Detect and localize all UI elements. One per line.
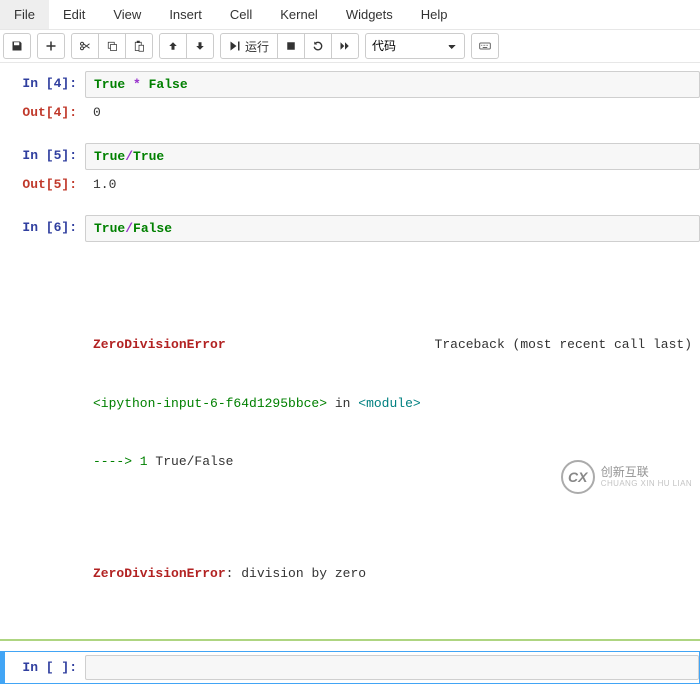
move-up-button[interactable] (159, 33, 187, 59)
input-prompt: In [4]: (0, 71, 85, 98)
stop-icon (285, 40, 297, 52)
arrow-up-icon (167, 40, 179, 52)
toolbar: 运行 代码 (0, 30, 700, 63)
menu-view[interactable]: View (99, 0, 155, 29)
output-text: 0 (85, 100, 700, 125)
run-label: 运行 (245, 38, 269, 55)
cell-type-select[interactable]: 代码 (365, 33, 465, 59)
code-token: False (149, 77, 188, 92)
menu-file[interactable]: File (0, 0, 49, 29)
menu-insert[interactable]: Insert (155, 0, 216, 29)
watermark-subtext: CHUANG XIN HU LIAN (601, 479, 692, 488)
insert-cell-button[interactable] (37, 33, 65, 59)
traceback-location: <ipython-input-6-f64d1295bbce> (93, 396, 327, 411)
notebook-container: In [4]: True * False Out[4]: 0 In [5]: T… (0, 63, 700, 684)
watermark-text: 创新互联 (601, 466, 692, 479)
menu-kernel[interactable]: Kernel (266, 0, 332, 29)
code-input[interactable] (85, 655, 699, 680)
plus-icon (45, 40, 57, 52)
output-text: 1.0 (85, 172, 700, 197)
keyboard-icon (479, 40, 491, 52)
input-prompt: In [5]: (0, 143, 85, 170)
menu-widgets[interactable]: Widgets (332, 0, 407, 29)
menubar: File Edit View Insert Cell Kernel Widget… (0, 0, 700, 30)
traceback-in: in (327, 396, 358, 411)
interrupt-button[interactable] (277, 33, 305, 59)
scissors-icon (79, 40, 91, 52)
selected-cell[interactable]: In [ ]: (0, 651, 700, 684)
fast-forward-icon (339, 40, 351, 52)
restart-button[interactable] (304, 33, 332, 59)
traceback-module: <module> (358, 396, 420, 411)
output-prompt (0, 244, 85, 627)
error-name: ZeroDivisionError (93, 335, 226, 355)
traceback-output: ZeroDivisionError Traceback (most recent… (85, 244, 700, 627)
save-icon (11, 40, 23, 52)
menu-help[interactable]: Help (407, 0, 462, 29)
output-prompt: Out[4]: (0, 100, 85, 125)
run-button[interactable]: 运行 (220, 33, 278, 59)
code-cell[interactable]: In [4]: True * False (0, 71, 700, 98)
save-button[interactable] (3, 33, 31, 59)
code-input[interactable]: True/True (85, 143, 700, 170)
paste-button[interactable] (125, 33, 153, 59)
restart-run-all-button[interactable] (331, 33, 359, 59)
code-token: True (94, 149, 125, 164)
copy-button[interactable] (98, 33, 126, 59)
output-cell: Out[4]: 0 (0, 100, 700, 125)
code-input[interactable]: True * False (85, 71, 700, 98)
move-down-button[interactable] (186, 33, 214, 59)
arrow-down-icon (194, 40, 206, 52)
code-token: False (133, 221, 172, 236)
error-name-final: ZeroDivisionError (93, 566, 226, 581)
code-token: / (125, 149, 133, 164)
input-prompt: In [ ]: (5, 655, 85, 680)
code-token: True (94, 77, 125, 92)
traceback-code: True/False (155, 454, 233, 469)
code-cell[interactable]: In [5]: True/True (0, 143, 700, 170)
restart-icon (312, 40, 324, 52)
menu-edit[interactable]: Edit (49, 0, 99, 29)
code-token: True (94, 221, 125, 236)
paste-icon (133, 40, 145, 52)
code-input[interactable]: True/False (85, 215, 700, 242)
menu-cell[interactable]: Cell (216, 0, 266, 29)
command-palette-button[interactable] (471, 33, 499, 59)
copy-icon (106, 40, 118, 52)
output-prompt: Out[5]: (0, 172, 85, 197)
code-cell[interactable]: In [6]: True/False (0, 215, 700, 242)
cell-divider (0, 639, 700, 641)
code-token: / (125, 221, 133, 236)
watermark-logo: CX (561, 460, 595, 494)
output-cell: Out[5]: 1.0 (0, 172, 700, 197)
watermark: CX 创新互联 CHUANG XIN HU LIAN (561, 460, 692, 494)
code-token: True (133, 149, 164, 164)
output-cell: ZeroDivisionError Traceback (most recent… (0, 244, 700, 627)
traceback-arrow: ----> 1 (93, 454, 155, 469)
code-token: * (125, 77, 148, 92)
traceback-label: Traceback (most recent call last) (435, 335, 692, 355)
cut-button[interactable] (71, 33, 99, 59)
input-prompt: In [6]: (0, 215, 85, 242)
error-message: : division by zero (226, 566, 366, 581)
step-forward-icon (229, 40, 241, 52)
